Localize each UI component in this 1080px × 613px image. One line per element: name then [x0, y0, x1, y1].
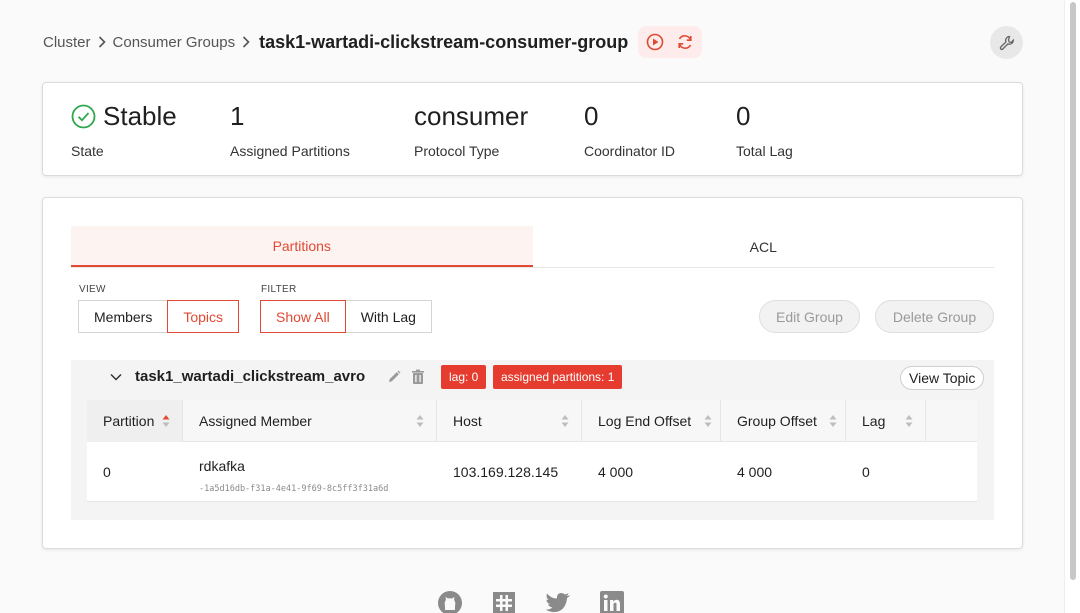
cell-assigned-member: rdkafka -1a5d16db-f31a-4e41-9f69-8c5ff3f…: [183, 442, 437, 502]
cell-lag: 0: [862, 464, 870, 480]
stat-assigned-partitions: 1 Assigned Partitions: [230, 100, 350, 160]
state-label: State: [71, 143, 104, 159]
column-partition[interactable]: Partition: [87, 400, 183, 442]
total-lag-value: 0: [736, 100, 751, 131]
assigned-partitions-badge: assigned partitions: 1: [493, 365, 623, 389]
delete-group-button[interactable]: Delete Group: [875, 300, 994, 333]
cell-log-end-offset: 4 000: [598, 464, 634, 480]
breadcrumb-consumer-groups[interactable]: Consumer Groups: [113, 34, 236, 51]
column-group-offset[interactable]: Group Offset: [721, 400, 846, 442]
protocol-type-label: Protocol Type: [414, 143, 500, 159]
sort-icon: [704, 415, 712, 427]
state-value: Stable: [103, 100, 177, 131]
stat-state: Stable State: [71, 100, 177, 160]
slack-icon[interactable]: [491, 590, 517, 613]
total-lag-label: Total Lag: [736, 143, 793, 159]
refresh-icon[interactable]: [672, 29, 698, 55]
table-header: Partition Assigned Member Host Log End O…: [87, 400, 977, 442]
play-circle-icon[interactable]: [642, 29, 668, 55]
twitter-icon[interactable]: [545, 590, 571, 613]
topic-name[interactable]: task1_wartadi_clickstream_avro: [135, 368, 365, 385]
check-circle-icon: [71, 104, 96, 129]
lag-badge: lag: 0: [441, 365, 487, 389]
member-name: rdkafka: [199, 458, 245, 474]
wrench-icon[interactable]: [990, 26, 1023, 59]
coordinator-id-label: Coordinator ID: [584, 143, 676, 159]
filter-show-all-button[interactable]: Show All: [260, 300, 346, 333]
sort-icon: [905, 415, 913, 427]
cell-host: 103.169.128.145: [453, 464, 559, 480]
column-label: Lag: [862, 413, 886, 429]
column-spacer: [926, 400, 977, 442]
stat-coordinator-id: 0 Coordinator ID: [584, 100, 676, 160]
main-card: Partitions ACL VIEW Members Topics FILTE…: [42, 197, 1023, 549]
chevron-right-icon: [97, 36, 107, 48]
sort-icon: [416, 415, 424, 427]
breadcrumb: Cluster Consumer Groups task1-wartadi-cl…: [43, 26, 703, 58]
protocol-type-value: consumer: [414, 100, 529, 131]
page-title: task1-wartadi-clickstream-consumer-group: [259, 31, 629, 52]
tabs: Partitions ACL: [71, 226, 994, 268]
trash-icon[interactable]: [410, 369, 426, 385]
edit-icon[interactable]: [386, 369, 402, 385]
filter-with-lag-button[interactable]: With Lag: [344, 300, 432, 333]
topic-panel: task1_wartadi_clickstream_avro lag: 0 as…: [71, 360, 994, 520]
view-topics-button[interactable]: Topics: [167, 300, 240, 333]
coordinator-id-value: 0: [584, 100, 599, 131]
column-label: Log End Offset: [598, 413, 692, 429]
tab-acl[interactable]: ACL: [533, 226, 995, 267]
cell-group-offset: 4 000: [737, 464, 773, 480]
assigned-partitions-value: 1: [230, 100, 245, 131]
column-label: Group Offset: [737, 413, 817, 429]
header-actions: [638, 26, 703, 58]
partitions-table: Partition Assigned Member Host Log End O…: [87, 400, 977, 502]
column-label: Assigned Member: [199, 413, 312, 429]
view-members-button[interactable]: Members: [78, 300, 169, 333]
stat-total-lag: 0 Total Lag: [736, 100, 793, 160]
assigned-partitions-label: Assigned Partitions: [230, 143, 350, 159]
column-label: Host: [453, 413, 482, 429]
cell-partition: 0: [103, 464, 111, 480]
table-row: 0 rdkafka -1a5d16db-f31a-4e41-9f69-8c5ff…: [87, 442, 977, 502]
filter-label: FILTER: [261, 284, 297, 295]
sort-icon: [561, 415, 569, 427]
edit-group-button[interactable]: Edit Group: [759, 300, 860, 333]
footer-links: [437, 590, 625, 613]
github-icon[interactable]: [437, 590, 463, 613]
view-toggle: Members Topics: [78, 300, 240, 333]
member-id: -1a5d16db-f31a-4e41-9f69-8c5ff3f31a6d: [199, 484, 389, 494]
chevron-right-icon: [241, 36, 251, 48]
column-assigned-member[interactable]: Assigned Member: [183, 400, 437, 442]
view-label: VIEW: [79, 284, 106, 295]
scrollbar[interactable]: [1064, 0, 1080, 613]
column-host[interactable]: Host: [437, 400, 582, 442]
scrollbar-thumb[interactable]: [1070, 2, 1076, 580]
filter-toggle: Show All With Lag: [260, 300, 432, 333]
breadcrumb-cluster[interactable]: Cluster: [43, 34, 91, 51]
column-log-end-offset[interactable]: Log End Offset: [582, 400, 721, 442]
stats-card: Stable State 1 Assigned Partitions consu…: [42, 82, 1023, 176]
column-label: Partition: [103, 413, 155, 429]
sort-icon: [829, 415, 837, 427]
stat-protocol-type: consumer Protocol Type: [414, 100, 529, 160]
column-lag[interactable]: Lag: [846, 400, 926, 442]
table-body: 0 rdkafka -1a5d16db-f31a-4e41-9f69-8c5ff…: [87, 442, 977, 502]
linkedin-icon[interactable]: [599, 590, 625, 613]
sort-asc-icon: [162, 415, 170, 427]
chevron-down-icon[interactable]: [109, 370, 123, 384]
view-topic-button[interactable]: View Topic: [900, 366, 985, 390]
tab-partitions[interactable]: Partitions: [71, 226, 533, 267]
